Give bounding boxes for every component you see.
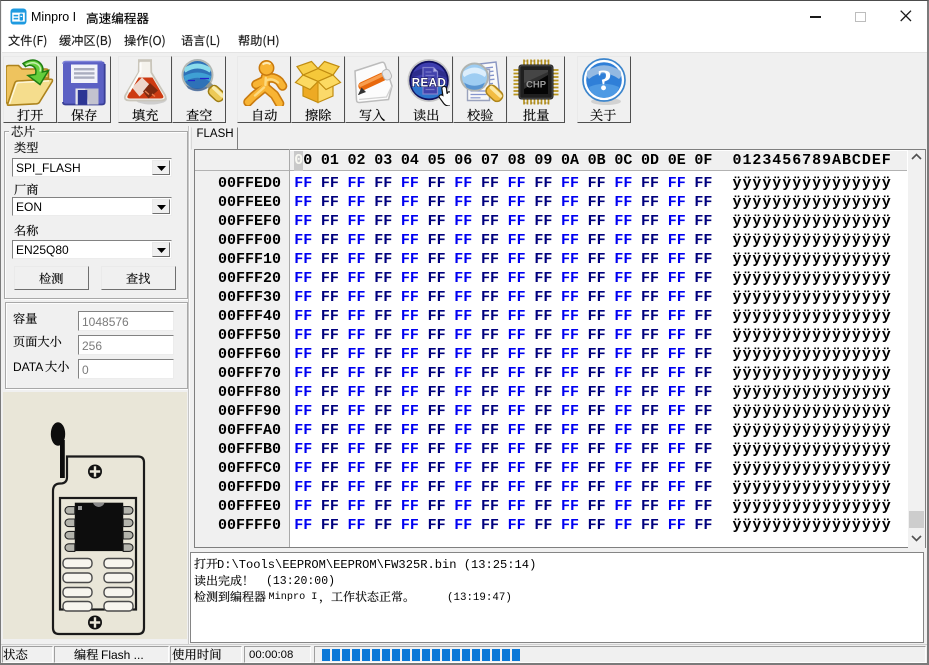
svg-text:?: ? — [597, 64, 612, 97]
svg-text:CHP: CHP — [526, 80, 547, 91]
svg-text:READ: READ — [412, 78, 447, 90]
